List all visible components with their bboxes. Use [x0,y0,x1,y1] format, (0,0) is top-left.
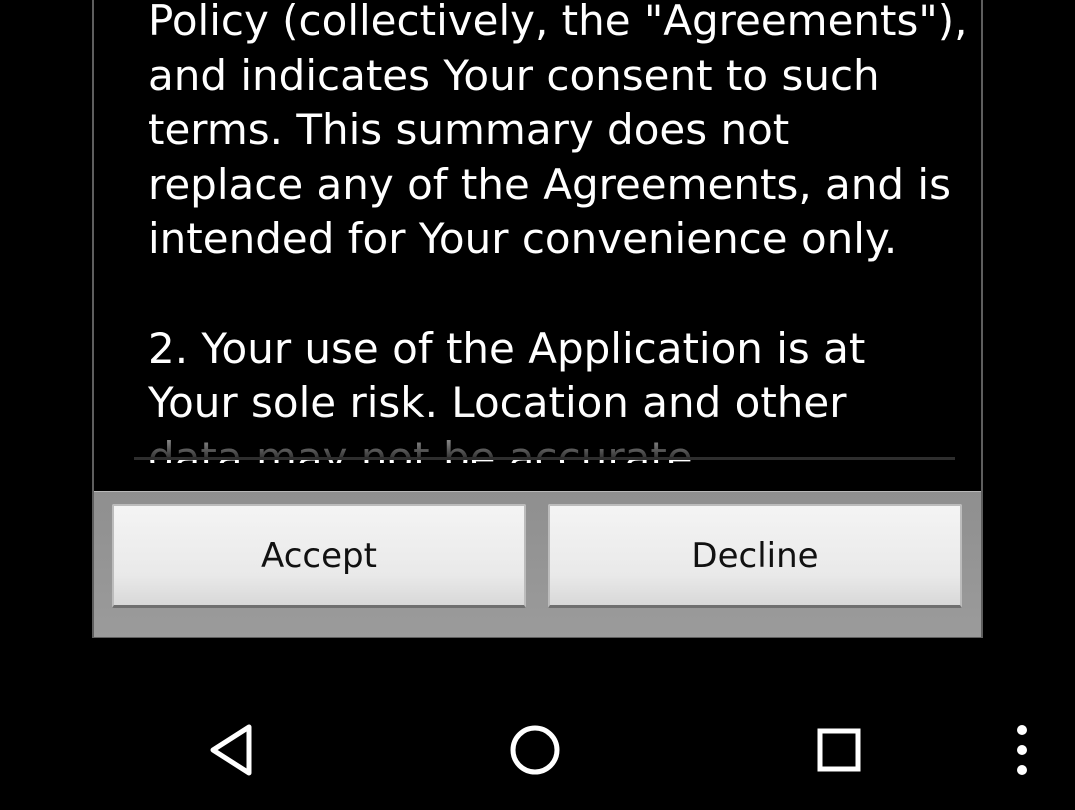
back-triangle-icon [210,724,252,776]
scroll-fade-edge [94,414,981,458]
overflow-menu-button[interactable] [1002,710,1042,790]
screen: Policy (collectively, the "Agreements"),… [0,0,1075,810]
terms-text: Policy (collectively, the "Agreements"),… [148,0,968,463]
overflow-menu-icon [1017,725,1027,775]
accept-button[interactable]: Accept [112,504,526,608]
terms-scroll-area[interactable]: Policy (collectively, the "Agreements"),… [94,0,981,463]
dialog-button-bar: Accept Decline [94,491,981,637]
scroll-divider [134,457,955,460]
decline-button[interactable]: Decline [548,504,962,608]
recents-square-icon [817,728,861,772]
recents-button[interactable] [799,710,879,790]
navigation-bar [0,690,1075,810]
home-circle-icon [510,725,560,775]
terms-dialog: Policy (collectively, the "Agreements"),… [92,0,983,638]
home-button[interactable] [495,710,575,790]
back-button[interactable] [192,710,272,790]
